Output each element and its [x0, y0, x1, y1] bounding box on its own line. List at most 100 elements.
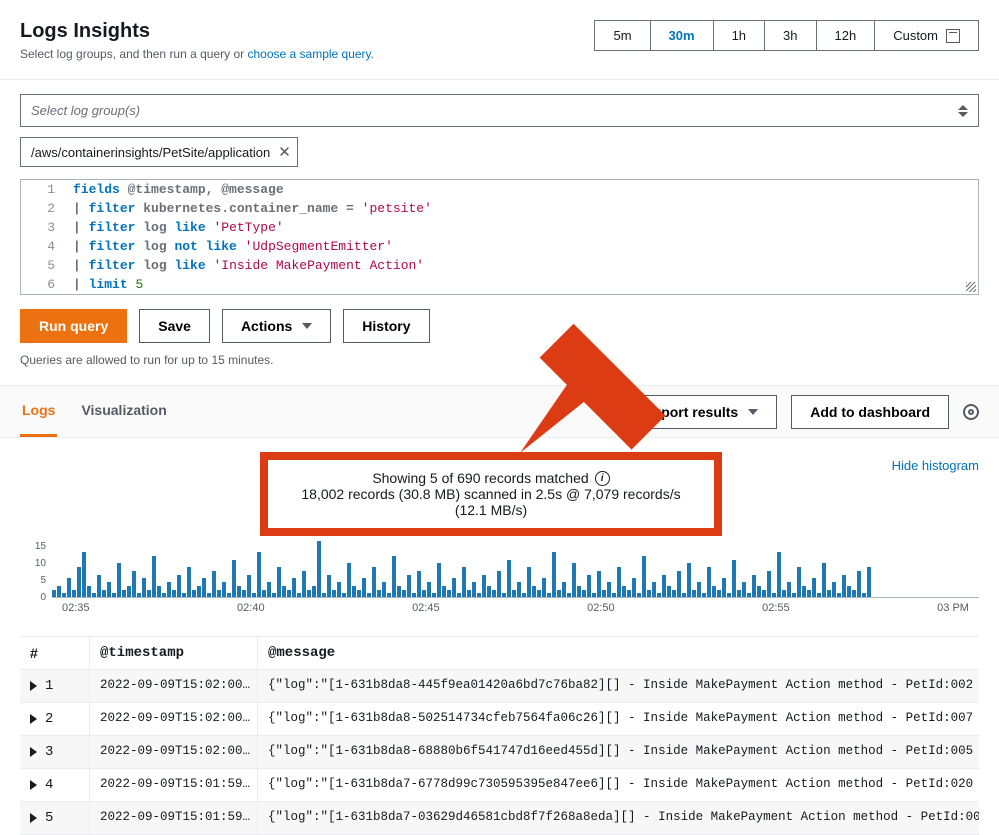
histogram-bar [267, 582, 271, 597]
time-range-3h[interactable]: 3h [765, 21, 816, 50]
dropdown-caret-icon [958, 105, 968, 117]
line-number: 4 [21, 237, 65, 256]
time-range-12h[interactable]: 12h [817, 21, 876, 50]
histogram-bar [327, 575, 331, 597]
table-row[interactable]: 12022-09-09T15:02:00…{"log":"[1-631b8da8… [20, 670, 979, 703]
histogram-bar [62, 593, 66, 597]
row-message: {"log":"[1-631b8da8-445f9ea01420a6bd7c76… [258, 670, 979, 702]
histogram-bar [762, 590, 766, 597]
history-button[interactable]: History [343, 309, 429, 343]
log-group-chip-label: /aws/containerinsights/PetSite/applicati… [31, 145, 270, 160]
histogram-bar [562, 582, 566, 597]
sample-query-link[interactable]: choose a sample query [247, 47, 370, 61]
histogram-bar [347, 563, 351, 597]
histogram-bar [357, 590, 361, 597]
histogram-bar [637, 593, 641, 597]
code-line[interactable]: | filter log like 'PetType' [65, 218, 292, 237]
histogram-bar [497, 571, 501, 597]
gear-icon[interactable] [963, 404, 979, 420]
time-range-custom[interactable]: Custom [875, 21, 978, 50]
page-subtitle: Select log groups, and then run a query … [20, 47, 374, 61]
line-number: 6 [21, 275, 65, 294]
histogram-bar [727, 593, 731, 597]
column-header-index: # [20, 637, 90, 669]
histogram-bar [287, 590, 291, 597]
histogram-bar [842, 575, 846, 597]
histogram-bar [297, 593, 301, 597]
time-range-5m[interactable]: 5m [595, 21, 650, 50]
time-range-30m[interactable]: 30m [651, 21, 714, 50]
run-query-button[interactable]: Run query [20, 309, 127, 343]
histogram-bar [117, 563, 121, 597]
table-row[interactable]: 52022-09-09T15:01:59…{"log":"[1-631b8da7… [20, 802, 979, 835]
histogram-bar [187, 567, 191, 597]
histogram-bar [587, 575, 591, 597]
histogram-bar [137, 593, 141, 597]
histogram-bar [782, 590, 786, 597]
query-editor[interactable]: 1fields @timestamp, @message2| filter ku… [20, 179, 979, 295]
histogram-bar [127, 586, 131, 597]
histogram-bar [652, 582, 656, 597]
add-to-dashboard-button[interactable]: Add to dashboard [791, 395, 949, 429]
row-message: {"log":"[1-631b8da7-03629d46581cbd8f7f26… [258, 802, 979, 834]
info-icon[interactable]: i [595, 471, 610, 486]
tab-visualization[interactable]: Visualization [79, 386, 168, 437]
time-range-1h[interactable]: 1h [714, 21, 765, 50]
save-button[interactable]: Save [139, 309, 210, 343]
histogram-bar [367, 593, 371, 597]
row-index: 1 [45, 678, 53, 694]
histogram-bar [732, 560, 736, 597]
histogram-bar [342, 593, 346, 597]
expand-row-icon[interactable] [30, 747, 37, 757]
code-line[interactable]: | limit 5 [65, 275, 151, 294]
histogram-bar [627, 590, 631, 597]
histogram-bar [552, 552, 556, 597]
actions-button[interactable]: Actions [222, 309, 331, 343]
histogram-bar [577, 586, 581, 597]
histogram-bar [832, 582, 836, 597]
hide-histogram-link[interactable]: Hide histogram [892, 458, 979, 473]
histogram-bar [272, 593, 276, 597]
row-timestamp: 2022-09-09T15:02:00… [90, 703, 258, 735]
histogram-bar [572, 563, 576, 597]
table-row[interactable]: 22022-09-09T15:02:00…{"log":"[1-631b8da8… [20, 703, 979, 736]
code-line[interactable]: | filter kubernetes.container_name = 'pe… [65, 199, 440, 218]
histogram-bar [57, 586, 61, 597]
expand-row-icon[interactable] [30, 813, 37, 823]
expand-row-icon[interactable] [30, 681, 37, 691]
histogram-bar [517, 582, 521, 597]
export-results-label: Export results [644, 404, 738, 420]
expand-row-icon[interactable] [30, 780, 37, 790]
histogram-bar [262, 590, 266, 597]
histogram-bar [97, 575, 101, 597]
code-line[interactable]: | filter log like 'Inside MakePayment Ac… [65, 256, 432, 275]
code-line[interactable]: | filter log not like 'UdpSegmentEmitter… [65, 237, 401, 256]
histogram-bar [157, 586, 161, 597]
histogram-bar [392, 556, 396, 597]
histogram-bar [767, 571, 771, 597]
histogram-bar [417, 571, 421, 597]
histogram-bar [737, 590, 741, 597]
close-icon[interactable]: ✕ [278, 143, 291, 161]
histogram-bar [202, 578, 206, 597]
table-row[interactable]: 42022-09-09T15:01:59…{"log":"[1-631b8da7… [20, 769, 979, 802]
tab-logs[interactable]: Logs [20, 386, 57, 437]
histogram-bar [642, 556, 646, 597]
histogram-bar [77, 567, 81, 597]
histogram-bar [412, 593, 416, 597]
histogram-bar [277, 567, 281, 597]
log-group-select[interactable]: Select log group(s) [20, 94, 979, 127]
export-results-button[interactable]: Export results [625, 395, 777, 429]
histogram-bar [192, 590, 196, 597]
histogram-bar [657, 593, 661, 597]
resize-handle-icon[interactable] [966, 282, 976, 292]
histogram-bar [82, 552, 86, 597]
histogram-bar [387, 593, 391, 597]
histogram-bar [482, 575, 486, 597]
histogram-bar [477, 593, 481, 597]
code-line[interactable]: fields @timestamp, @message [65, 180, 292, 199]
expand-row-icon[interactable] [30, 714, 37, 724]
histogram-bar [817, 593, 821, 597]
table-row[interactable]: 32022-09-09T15:02:00…{"log":"[1-631b8da8… [20, 736, 979, 769]
stats-line2: 18,002 records (30.8 MB) scanned in 2.5s… [298, 486, 684, 518]
